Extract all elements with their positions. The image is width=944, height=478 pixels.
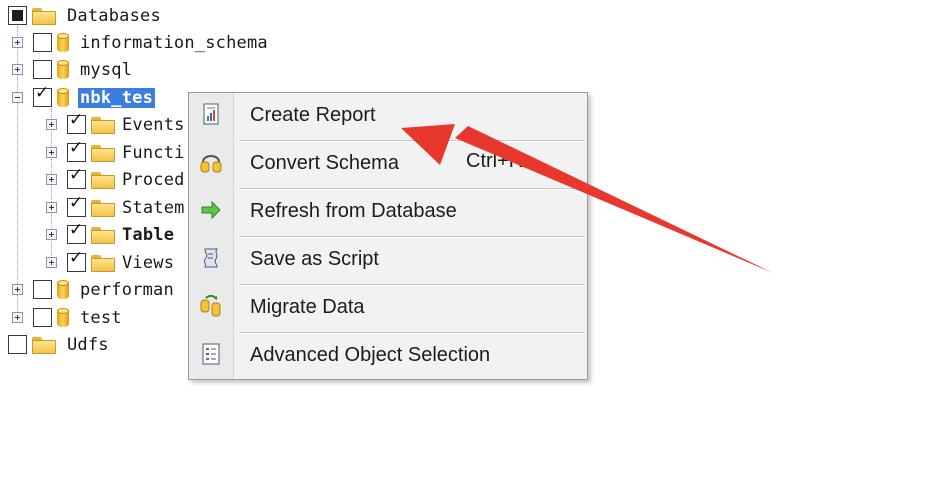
folder-icon xyxy=(91,116,115,134)
child-checkbox[interactable]: ✓ xyxy=(67,165,86,189)
expand-icon[interactable] xyxy=(12,37,23,48)
udfs-checkbox[interactable] xyxy=(8,335,27,354)
tree-item-performance-schema[interactable]: performan xyxy=(12,276,174,303)
convert-schema-icon xyxy=(200,155,222,173)
menu-item-label: Create Report xyxy=(250,103,376,126)
database-icon xyxy=(57,279,69,300)
db-checkbox[interactable] xyxy=(33,280,52,299)
db-checkbox[interactable] xyxy=(33,308,52,327)
udfs-label: Udfs xyxy=(67,334,109,355)
context-menu: Create Report Convert Schema Refresh fro… xyxy=(188,92,588,380)
checkmark-icon: ✓ xyxy=(69,220,84,240)
child-checkbox[interactable]: ✓ xyxy=(67,220,86,244)
tree-item-functions[interactable]: ✓ Functi xyxy=(46,139,185,166)
expand-icon[interactable] xyxy=(12,284,23,295)
menu-item-label: Save as Script xyxy=(250,247,379,270)
child-checkbox[interactable]: ✓ xyxy=(67,138,86,162)
expand-icon[interactable] xyxy=(46,202,57,213)
child-checkbox[interactable]: ✓ xyxy=(67,248,86,272)
db-label-selected: nbk_tes xyxy=(78,87,156,108)
folder-icon xyxy=(91,254,115,272)
tree-root-label: Databases xyxy=(67,5,161,26)
checkmark-icon: ✓ xyxy=(69,165,84,185)
expand-icon[interactable] xyxy=(46,119,57,130)
checkmark-icon: ✓ xyxy=(69,193,84,213)
folder-icon xyxy=(32,336,56,354)
child-label: Table xyxy=(122,224,175,245)
db-label: test xyxy=(80,307,122,328)
expand-icon[interactable] xyxy=(46,147,57,158)
folder-icon xyxy=(91,199,115,217)
db-checkbox[interactable] xyxy=(33,33,52,52)
menu-item-refresh-from-database[interactable]: Refresh from Database xyxy=(189,189,587,233)
db-label: information_schema xyxy=(80,32,268,53)
db-label: mysql xyxy=(80,59,133,80)
convert-schema-shortcut: Ctrl+R xyxy=(466,150,524,172)
checkmark-icon: ✓ xyxy=(69,138,84,158)
child-label: Events xyxy=(122,114,185,135)
database-icon xyxy=(57,32,69,53)
expand-icon[interactable] xyxy=(12,312,23,323)
tree-item-views[interactable]: ✓ Views xyxy=(46,249,174,276)
tree-item-procedures[interactable]: ✓ Proced xyxy=(46,166,185,193)
script-icon xyxy=(203,248,219,268)
folder-icon xyxy=(32,7,56,25)
db-label: performan xyxy=(80,279,174,300)
menu-item-advanced-object-selection[interactable]: Advanced Object Selection xyxy=(189,333,587,377)
folder-icon xyxy=(91,226,115,244)
menu-item-label: Advanced Object Selection xyxy=(250,343,491,366)
database-icon xyxy=(57,87,69,108)
report-icon xyxy=(203,103,219,125)
tree-item-information-schema[interactable]: information_schema xyxy=(12,29,268,56)
refresh-arrow-icon xyxy=(201,200,221,220)
db-checkbox[interactable] xyxy=(33,60,52,79)
checkmark-icon: ✓ xyxy=(35,83,50,103)
checkmark-icon: ✓ xyxy=(69,248,84,268)
child-label: Functi xyxy=(122,142,185,163)
child-label: Proced xyxy=(122,169,185,190)
tree-item-nbk-test[interactable]: ✓ nbk_tes xyxy=(12,83,156,111)
tree-root-databases[interactable]: Databases xyxy=(8,2,161,29)
menu-item-label: Migrate Data xyxy=(250,295,365,318)
tree-item-events[interactable]: ✓ Events xyxy=(46,111,185,138)
tree-item-statements[interactable]: ✓ Statem xyxy=(46,194,185,221)
database-icon xyxy=(57,59,69,80)
object-selection-icon xyxy=(202,343,220,365)
tree-item-test[interactable]: test xyxy=(12,304,122,331)
expand-icon[interactable] xyxy=(12,64,23,75)
expand-icon[interactable] xyxy=(46,174,57,185)
collapse-icon[interactable] xyxy=(12,92,23,103)
db-checkbox[interactable]: ✓ xyxy=(33,83,52,107)
databases-checkbox[interactable] xyxy=(8,6,27,25)
folder-icon xyxy=(91,171,115,189)
database-icon xyxy=(57,307,69,328)
child-label: Statem xyxy=(122,197,185,218)
menu-item-migrate-data[interactable]: Migrate Data xyxy=(189,285,587,329)
tree-item-tables[interactable]: ✓ Table xyxy=(46,221,174,248)
folder-icon xyxy=(91,144,115,162)
menu-item-convert-schema[interactable]: Convert Schema xyxy=(189,141,587,185)
tree-item-mysql[interactable]: mysql xyxy=(12,56,132,83)
menu-item-label: Refresh from Database xyxy=(250,199,457,222)
menu-item-create-report[interactable]: Create Report xyxy=(189,93,587,137)
tree-root-udfs[interactable]: Udfs xyxy=(8,331,109,358)
expand-icon[interactable] xyxy=(46,229,57,240)
menu-item-label: Convert Schema xyxy=(250,151,399,174)
expand-icon[interactable] xyxy=(46,257,57,268)
child-label: Views xyxy=(122,252,175,273)
child-checkbox[interactable]: ✓ xyxy=(67,193,86,217)
child-checkbox[interactable]: ✓ xyxy=(67,110,86,134)
migrate-data-icon xyxy=(200,294,221,317)
menu-item-save-as-script[interactable]: Save as Script xyxy=(189,237,587,281)
checkmark-icon: ✓ xyxy=(69,110,84,130)
